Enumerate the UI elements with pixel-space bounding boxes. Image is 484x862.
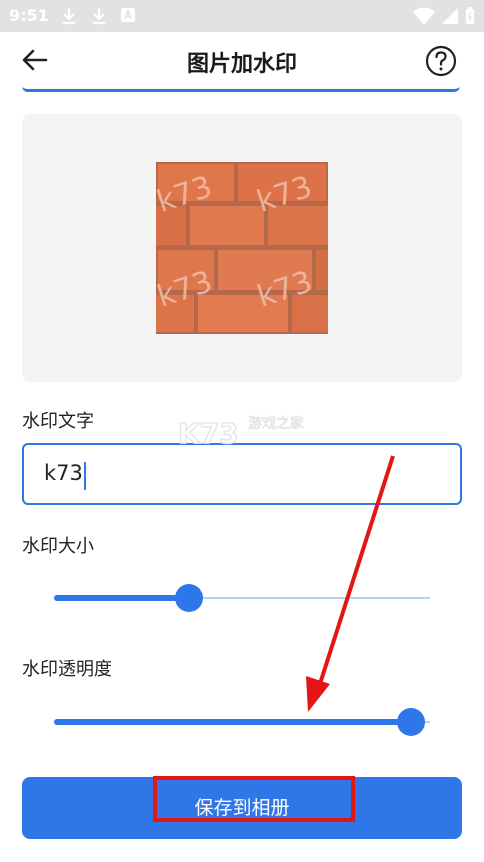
watermark-size-slider[interactable]: [54, 583, 430, 613]
annotation-highlight-box: [153, 776, 355, 822]
slider-track-inactive: [189, 597, 430, 599]
help-icon: [425, 45, 457, 77]
signal-icon: [442, 8, 458, 24]
slider-track-active: [54, 595, 189, 601]
site-watermark: K73 游戏之家: [178, 415, 304, 451]
watermark-size-label: 水印大小: [22, 536, 94, 557]
slider-thumb[interactable]: [397, 708, 425, 736]
text-caret: [84, 462, 86, 490]
status-bar: 9:51: [0, 0, 484, 32]
site-watermark-logo: K73: [178, 417, 239, 450]
app-bar: 图片加水印: [0, 32, 484, 88]
slider-track-active: [54, 719, 411, 725]
page-title: 图片加水印: [186, 52, 297, 77]
download-icon: [93, 8, 105, 25]
watermark-text-label: 水印文字: [22, 411, 94, 432]
watermark-opacity-label: 水印透明度: [22, 659, 112, 680]
slider-thumb[interactable]: [175, 584, 203, 612]
image-preview-card: k73 k73 k73 k73: [22, 114, 462, 382]
brick-wall-image: k73 k73 k73 k73: [156, 162, 328, 334]
site-watermark-text: 游戏之家: [248, 415, 304, 432]
status-time: 9:51: [9, 6, 49, 25]
download-icon: [63, 8, 75, 25]
a-badge-icon: [121, 8, 135, 22]
watermark-opacity-slider[interactable]: [54, 707, 430, 737]
wifi-icon: [413, 7, 435, 25]
watermark-text-value: k73: [44, 461, 83, 485]
help-button[interactable]: [424, 44, 458, 78]
scrolled-content-edge: [22, 86, 460, 92]
battery-icon: [466, 7, 474, 24]
